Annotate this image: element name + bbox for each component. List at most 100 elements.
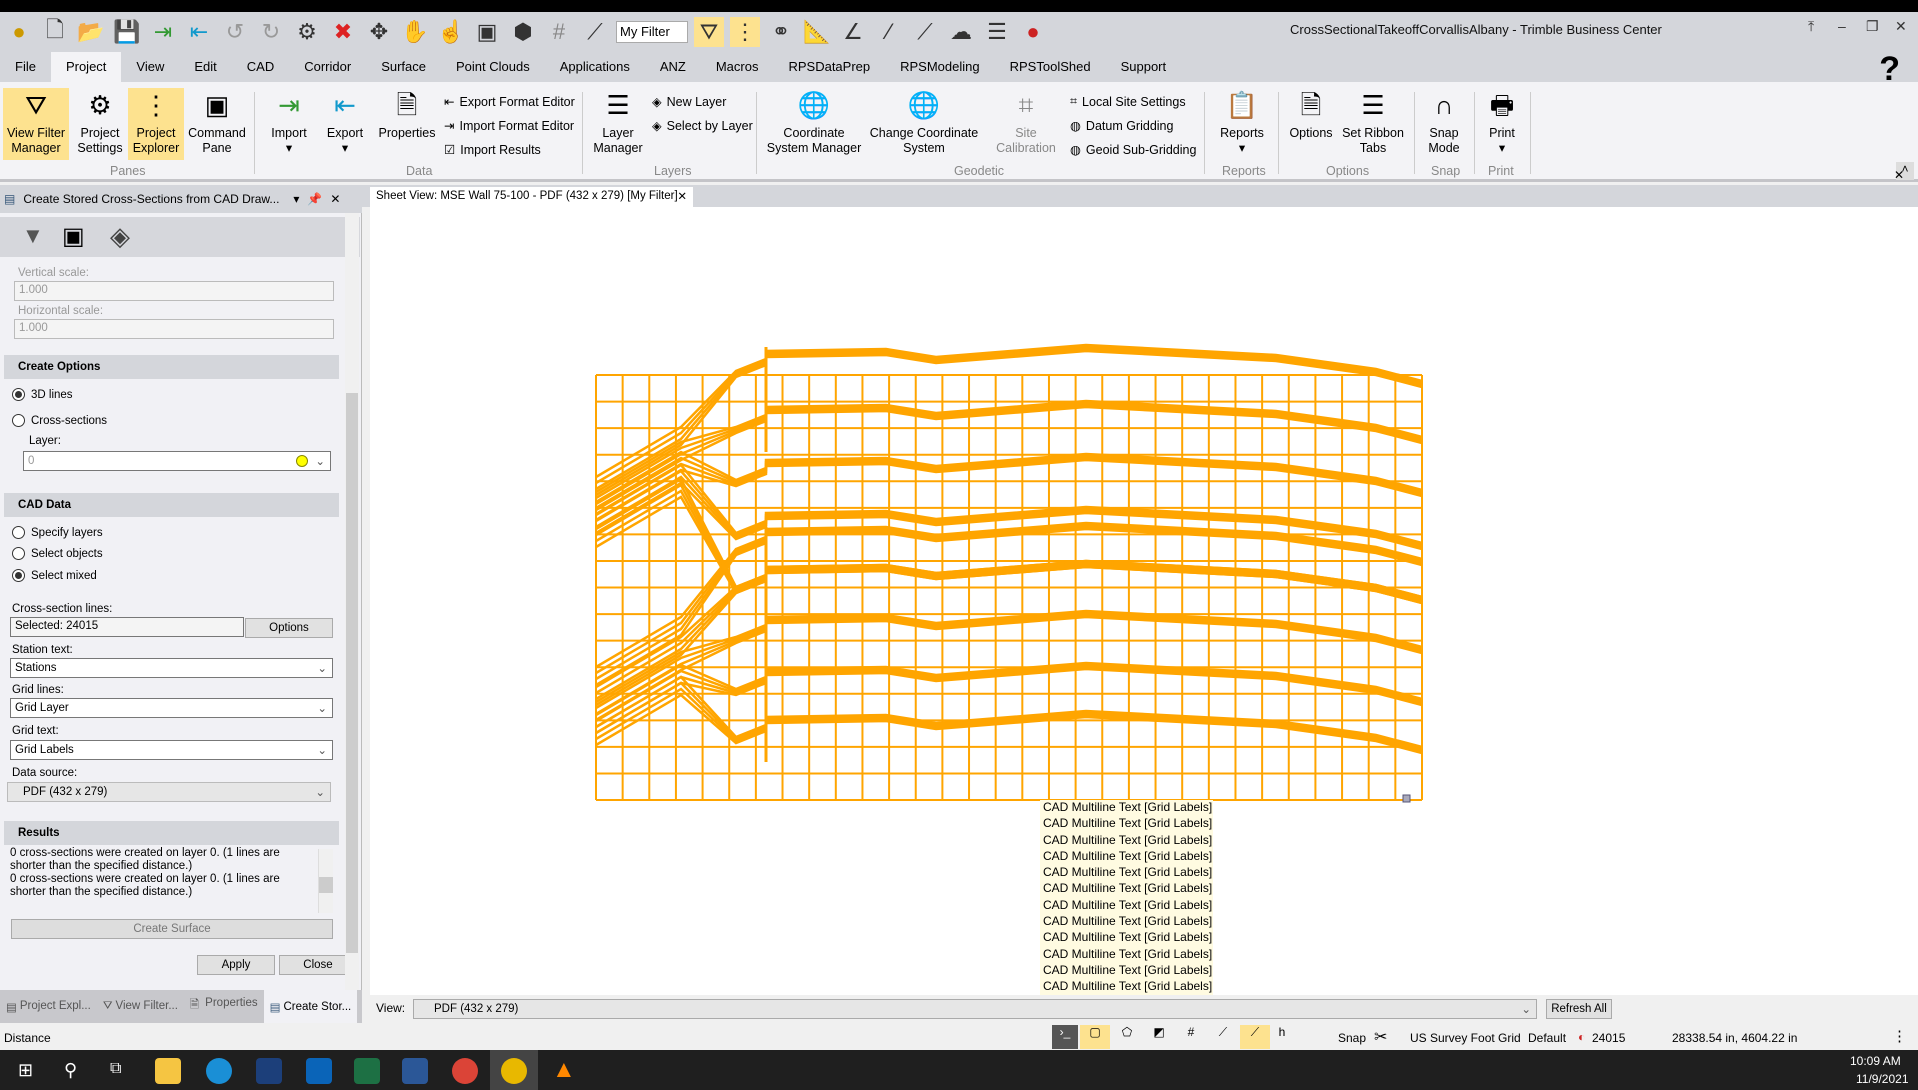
distance-query-icon[interactable]: ⟋ <box>910 17 940 47</box>
pin-icon[interactable]: 📌 <box>307 192 322 206</box>
popup-list-item[interactable]: CAD Multiline Text [Grid Labels] <box>1040 979 1213 995</box>
radio-specify-layers[interactable]: Specify layers <box>12 526 103 539</box>
tab-file[interactable]: File <box>0 52 51 82</box>
station-text-select[interactable]: Stations ⌄ <box>10 658 333 678</box>
popup-list-item[interactable]: CAD Multiline Text [Grid Labels] <box>1040 849 1213 865</box>
print-button[interactable]: 🖶 Print ▾ <box>1480 88 1524 156</box>
elevation-icon[interactable]: h <box>1272 1025 1292 1049</box>
ruler-icon[interactable]: 📐 <box>802 17 832 47</box>
import-results-button[interactable]: ☑ Import Results <box>444 142 541 158</box>
chrome-icon[interactable] <box>452 1058 478 1084</box>
horizontal-scale-input[interactable]: 1.000 <box>14 319 334 339</box>
popup-list-item[interactable]: CAD Multiline Text [Grid Labels] <box>1040 898 1213 914</box>
project-settings-button[interactable]: ⚙ Project Settings <box>72 88 128 156</box>
export-icon[interactable]: ⇤ <box>184 17 214 47</box>
terminal-icon[interactable]: ▣ <box>62 222 85 251</box>
plane-icon[interactable]: ◩ <box>1144 1025 1174 1049</box>
select-mode-icon[interactable]: ▢ <box>1080 1025 1110 1049</box>
pane-close-icon[interactable]: ✕ <box>330 192 340 206</box>
set-ribbon-tabs-button[interactable]: ☰ Set Ribbon Tabs <box>1340 88 1406 156</box>
grid-text-select[interactable]: Grid Labels ⌄ <box>10 740 333 760</box>
tab-macros[interactable]: Macros <box>701 52 774 82</box>
popup-list-item[interactable]: CAD Multiline Text [Grid Labels] <box>1040 816 1213 832</box>
sheet-view-icon[interactable]: ▣ <box>472 17 502 47</box>
grid-status[interactable]: Grid <box>1498 1031 1521 1045</box>
vlc-icon[interactable]: ▲ <box>552 1056 576 1084</box>
layers-icon[interactable]: ◈ <box>110 221 130 252</box>
lasso-icon[interactable]: ⬠ <box>1112 1025 1142 1049</box>
view-filter-manager-button[interactable]: ⛛ View Filter Manager <box>3 88 69 160</box>
apply-button[interactable]: Apply <box>197 955 275 975</box>
export-button[interactable]: ⇤ Export ▾ <box>322 88 368 156</box>
file-explorer-icon[interactable] <box>155 1058 181 1084</box>
popup-list-item[interactable]: CAD Multiline Text [Grid Labels] <box>1040 833 1213 849</box>
save-icon[interactable]: 💾 <box>112 17 142 47</box>
popup-list-item[interactable]: CAD Multiline Text [Grid Labels] <box>1040 914 1213 930</box>
zoom-extents-icon[interactable]: ✥ <box>364 17 394 47</box>
grid-icon[interactable]: # <box>544 17 574 47</box>
dropdown-triangle-icon[interactable]: ▼ <box>22 223 44 249</box>
project-explorer-button[interactable]: ⋮ Project Explorer <box>128 88 184 160</box>
excel-icon[interactable] <box>354 1058 380 1084</box>
task-view-icon[interactable]: ⧉ <box>110 1060 121 1078</box>
new-layer-button[interactable]: ◈ New Layer <box>652 94 726 110</box>
popup-list-item[interactable]: CAD Multiline Text [Grid Labels] <box>1040 865 1213 881</box>
pane-menu-icon[interactable]: ▾ <box>293 192 299 206</box>
snap-status[interactable]: Snap <box>1338 1031 1366 1045</box>
surface-icon[interactable]: ☁ <box>946 17 976 47</box>
tab-cad[interactable]: CAD <box>232 52 289 82</box>
document-tab[interactable]: Sheet View: MSE Wall 75-100 - PDF (432 x… <box>370 187 693 207</box>
line-query-icon[interactable]: ⁄ <box>874 17 904 47</box>
tab-edit[interactable]: Edit <box>179 52 231 82</box>
view-filter-icon[interactable]: ⛛ <box>694 17 724 47</box>
ribbon-toggle-icon[interactable]: ⤒ <box>1808 18 1814 35</box>
measure-icon[interactable]: ⟋ <box>580 17 610 47</box>
results-scrollbar[interactable] <box>318 849 333 913</box>
view-select[interactable]: PDF (432 x 279) ⌄ <box>413 999 1537 1019</box>
new-project-icon[interactable]: 🗋 <box>40 17 70 47</box>
tab-view[interactable]: View <box>121 52 179 82</box>
data-source-select[interactable]: PDF (432 x 279) ⌄ <box>7 782 331 802</box>
layout-icon[interactable]: ⋮ <box>1892 1027 1907 1045</box>
radio-cross-sections[interactable]: Cross-sections <box>12 414 107 427</box>
layer-manager-button[interactable]: ☰ Layer Manager <box>588 88 648 156</box>
undo-icon[interactable]: ↺ <box>220 17 250 47</box>
minimize-button[interactable]: – <box>1838 18 1846 34</box>
coordinate-system-manager-button[interactable]: 🌐 Coordinate System Manager <box>764 88 864 156</box>
popup-list-item[interactable]: CAD Multiline Text [Grid Labels] <box>1040 800 1213 816</box>
import-format-editor-button[interactable]: ⇥ Import Format Editor <box>444 118 574 134</box>
filter-select[interactable]: My Filter <box>616 21 688 43</box>
select-by-layer-button[interactable]: ◈ Select by Layer <box>652 118 753 134</box>
pane-tab-view-filter[interactable]: ⛛ View Filter... <box>97 1000 184 1013</box>
pane-tab-project-explorer[interactable]: ▤ Project Expl... <box>0 1000 97 1014</box>
create-surface-button[interactable]: Create Surface <box>11 919 333 939</box>
import-button[interactable]: ⇥ Import ▾ <box>266 88 312 156</box>
windows-start-icon[interactable]: ⊞ <box>18 1060 33 1081</box>
tab-anz[interactable]: ANZ <box>645 52 701 82</box>
project-explorer-icon[interactable]: ⋮ <box>730 17 760 47</box>
tab-rpstoolshed[interactable]: RPSToolShed <box>995 52 1106 82</box>
command-pane-button[interactable]: ▣ Command Pane <box>186 88 248 156</box>
tab-applications[interactable]: Applications <box>545 52 645 82</box>
search-icon[interactable]: ⚲ <box>64 1060 77 1081</box>
reports-button[interactable]: 📋 Reports ▾ <box>1214 88 1270 156</box>
tab-project[interactable]: Project <box>50 52 122 82</box>
tab-point-clouds[interactable]: Point Clouds <box>441 52 545 82</box>
word-icon[interactable] <box>402 1058 428 1084</box>
datum-gridding-button[interactable]: ◍ Datum Gridding <box>1070 118 1173 134</box>
select-hand-icon[interactable]: ☝ <box>436 17 466 47</box>
site-calibration-button[interactable]: ⌗ Site Calibration <box>990 88 1062 156</box>
tab-corridor[interactable]: Corridor <box>289 52 366 82</box>
change-coordinate-system-button[interactable]: 🌐 Change Coordinate System <box>868 88 980 156</box>
grid-lines-select[interactable]: Grid Layer ⌄ <box>10 698 333 718</box>
select-icon[interactable]: ⚭ <box>766 17 796 47</box>
outlook-icon[interactable] <box>306 1058 332 1084</box>
measure-icon[interactable]: ⟋ <box>1208 1025 1238 1049</box>
open-folder-icon[interactable]: 📂 <box>76 17 106 47</box>
tab-support[interactable]: Support <box>1106 52 1182 82</box>
vpn-app-icon[interactable] <box>256 1058 282 1084</box>
command-line-icon[interactable]: ›_ <box>1052 1025 1078 1049</box>
edge-icon[interactable] <box>206 1058 232 1084</box>
list-icon[interactable]: ☰ <box>982 17 1012 47</box>
refresh-all-button[interactable]: Refresh All <box>1546 999 1612 1019</box>
